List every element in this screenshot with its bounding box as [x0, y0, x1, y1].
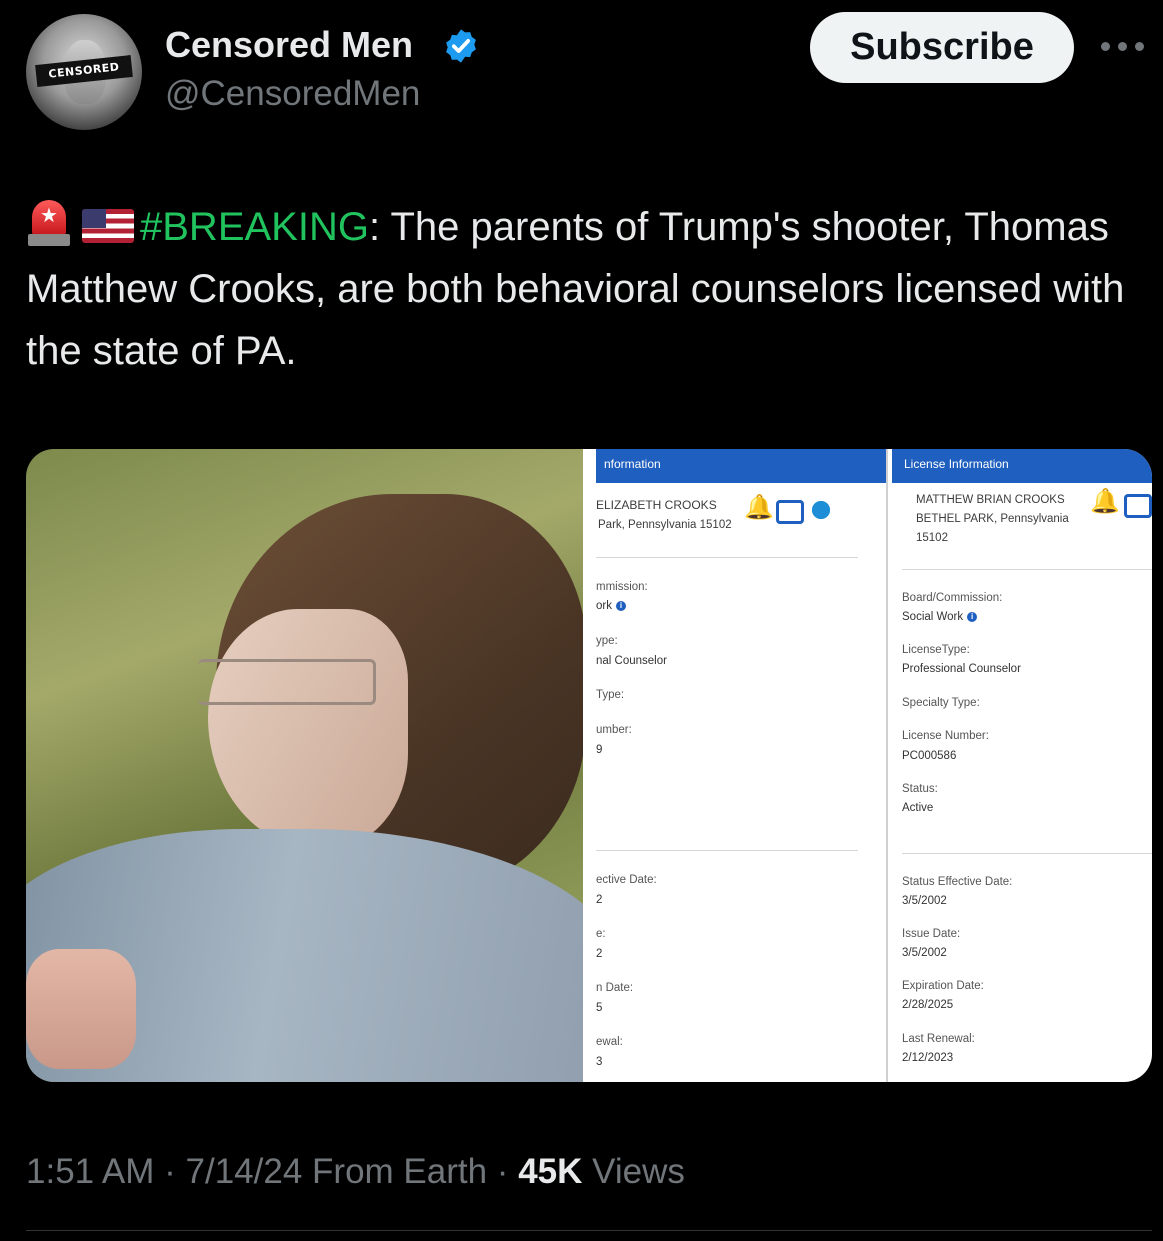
hashtag-link[interactable]: #BREAKING — [140, 205, 369, 249]
board-label: mmission: — [596, 581, 648, 593]
licensee-name: ELIZABETH CROOKS — [596, 498, 717, 512]
license-card-a[interactable]: nformation ELIZABETH CROOKS Park, Pennsy… — [596, 449, 886, 1082]
licensee-address: Park, Pennsylvania 15102 — [598, 519, 732, 531]
effective-label: ective Date: — [596, 874, 657, 886]
licensee-name: MATTHEW BRIAN CROOKS — [916, 494, 1065, 506]
renewal-value: 3 — [596, 1056, 603, 1068]
expiration-value: 5 — [596, 1002, 603, 1014]
effective-value: 2 — [596, 894, 603, 906]
us-flag-icon — [82, 209, 134, 243]
number-label: umber: — [596, 724, 632, 736]
gear-icon[interactable] — [812, 501, 830, 519]
type-value: nal Counselor — [596, 655, 667, 667]
siren-icon: ★ — [26, 198, 72, 248]
issue-value: 3/5/2002 — [902, 947, 947, 959]
more-icon[interactable] — [1101, 38, 1147, 58]
number-value: PC000586 — [902, 750, 957, 762]
expiration-value: 2/28/2025 — [902, 999, 954, 1011]
number-value: 9 — [596, 744, 603, 756]
info-icon[interactable]: i — [615, 601, 626, 611]
bell-icon[interactable]: 🔔 — [1090, 487, 1120, 516]
board-label: Board/Commission: — [902, 592, 1003, 604]
subscribe-button[interactable]: Subscribe — [810, 12, 1074, 83]
media-divider — [583, 449, 596, 1082]
bell-icon[interactable]: 🔔 — [744, 493, 774, 522]
views-count[interactable]: 45K — [518, 1152, 582, 1191]
views-label: Views — [582, 1152, 685, 1191]
effective-value: 3/5/2002 — [902, 895, 947, 907]
photo[interactable] — [26, 449, 583, 1082]
print-icon[interactable] — [1124, 494, 1152, 518]
info-icon[interactable]: i — [967, 612, 978, 622]
status-label: Status: — [902, 783, 938, 795]
renewal-label: ewal: — [596, 1036, 623, 1048]
type-value: Professional Counselor — [902, 663, 1021, 675]
type-label: ype: — [596, 635, 618, 647]
issue-label: e: — [596, 928, 606, 940]
renewal-value: 2/12/2023 — [902, 1052, 954, 1064]
number-label: License Number: — [902, 730, 989, 742]
licensee-zip: 15102 — [916, 532, 948, 544]
verified-badge-icon — [446, 29, 476, 63]
tweet-meta: 1:51 AM · 7/14/24 From Earth · 45K Views — [26, 1152, 685, 1192]
tweet-media[interactable]: nformation ELIZABETH CROOKS Park, Pennsy… — [26, 449, 1152, 1082]
type-label: LicenseType: — [902, 644, 970, 656]
divider-line — [26, 1230, 1152, 1231]
expiration-label: n Date: — [596, 982, 634, 994]
expiration-label: Expiration Date: — [902, 980, 984, 992]
specialty-label: Type: — [596, 689, 625, 701]
issue-label: Issue Date: — [902, 928, 961, 940]
tweet-date[interactable]: 7/14/24 — [186, 1152, 303, 1191]
specialty-label: Specialty Type: — [902, 697, 980, 709]
status-value: Active — [902, 802, 934, 814]
print-icon[interactable] — [776, 500, 804, 524]
license-header: nformation — [596, 449, 886, 483]
board-value: Social Work i — [902, 611, 978, 623]
license-header: License Information — [892, 449, 1152, 483]
tweet-time[interactable]: 1:51 AM — [26, 1152, 154, 1191]
issue-value: 2 — [596, 948, 603, 960]
renewal-label: Last Renewal: — [902, 1033, 975, 1045]
tweet-source: From Earth — [302, 1152, 488, 1191]
effective-label: Status Effective Date: — [902, 876, 1013, 888]
tweet-text: ★ #BREAKING: The parents of Trump's shoo… — [26, 196, 1126, 382]
license-card-b[interactable]: License Information MATTHEW BRIAN CROOKS… — [886, 449, 1152, 1082]
board-value: ork i — [596, 600, 626, 612]
licensee-address: BETHEL PARK, Pennsylvania — [916, 513, 1069, 525]
separator: · — [487, 1152, 519, 1191]
author-name[interactable]: Censored Men — [165, 24, 413, 66]
separator: · — [154, 1152, 186, 1191]
avatar[interactable]: CENSORED — [26, 14, 142, 130]
author-handle[interactable]: @CensoredMen — [165, 74, 420, 114]
